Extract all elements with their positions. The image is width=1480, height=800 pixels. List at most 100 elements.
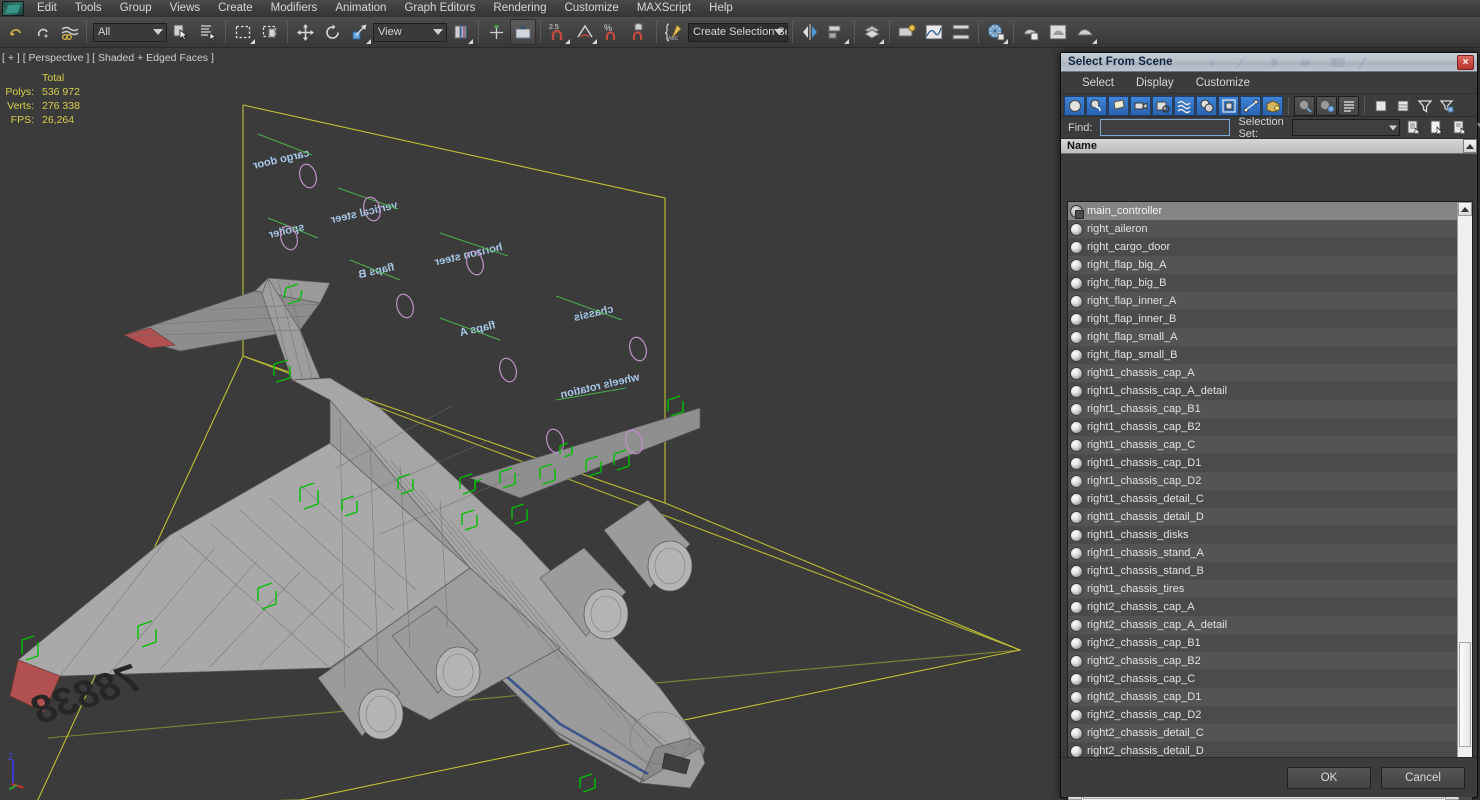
dialog-menu-customize[interactable]: Customize bbox=[1185, 75, 1261, 91]
selection-set-dropdown[interactable] bbox=[1291, 119, 1400, 136]
menu-item-create[interactable]: Create bbox=[209, 0, 262, 17]
render-production-icon[interactable] bbox=[1072, 19, 1098, 45]
display-external-refs-icon[interactable] bbox=[1218, 95, 1239, 116]
list-item[interactable]: right1_chassis_disks bbox=[1068, 526, 1458, 544]
list-item[interactable]: right1_chassis_cap_A_detail bbox=[1068, 382, 1458, 400]
display-lights-icon[interactable] bbox=[1108, 95, 1129, 116]
filter-configure-icon[interactable] bbox=[1436, 96, 1457, 116]
display-bone-objects-icon[interactable] bbox=[1240, 95, 1261, 116]
list-item[interactable]: right1_chassis_stand_A bbox=[1068, 544, 1458, 562]
list-item[interactable]: right1_chassis_cap_C bbox=[1068, 436, 1458, 454]
list-item[interactable]: right2_chassis_cap_A_detail bbox=[1068, 616, 1458, 634]
menu-item-maxscript[interactable]: MAXScript bbox=[628, 0, 700, 17]
graphite-modeling-tools-icon[interactable] bbox=[894, 19, 920, 45]
perspective-viewport[interactable]: 78838 cargo door vertical steer spoiler … bbox=[0, 48, 1060, 800]
viewport-label[interactable]: [ + ] [ Perspective ] [ Shaded + Edged F… bbox=[2, 52, 214, 64]
display-hidden-objects-icon[interactable] bbox=[1316, 95, 1337, 116]
list-item[interactable]: right1_chassis_cap_D1 bbox=[1068, 454, 1458, 472]
list-item[interactable]: right2_chassis_cap_B1 bbox=[1068, 634, 1458, 652]
list-item[interactable]: right_flap_big_A bbox=[1068, 256, 1458, 274]
list-item[interactable]: main_controller bbox=[1068, 202, 1458, 220]
list-item[interactable]: right_flap_big_B bbox=[1068, 274, 1458, 292]
menu-item-customize[interactable]: Customize bbox=[555, 0, 627, 17]
list-item[interactable]: right1_chassis_cap_B2 bbox=[1068, 418, 1458, 436]
schematic-view-icon[interactable] bbox=[948, 19, 974, 45]
list-item[interactable]: right2_chassis_cap_A bbox=[1068, 598, 1458, 616]
display-groups-xrefs-icon[interactable] bbox=[1196, 95, 1217, 116]
scroll-up-button[interactable] bbox=[1458, 202, 1472, 216]
render-setup-icon[interactable] bbox=[1018, 19, 1044, 45]
display-subtree-icon[interactable] bbox=[1392, 96, 1413, 116]
list-vertical-scrollbar[interactable] bbox=[1457, 202, 1472, 787]
list-item[interactable]: right_aileron bbox=[1068, 220, 1458, 238]
display-helpers-icon[interactable] bbox=[1152, 95, 1173, 116]
dialog-menu-display[interactable]: Display bbox=[1125, 75, 1185, 91]
angle-snap-toggle-icon[interactable] bbox=[572, 19, 598, 45]
edit-named-selection-sets-icon[interactable]: ABC bbox=[661, 19, 687, 45]
display-geometry-icon[interactable] bbox=[1064, 95, 1085, 116]
display-cameras-icon[interactable] bbox=[1130, 95, 1151, 116]
list-item[interactable]: right2_chassis_cap_D2 bbox=[1068, 706, 1458, 724]
select-link-icon[interactable] bbox=[56, 19, 82, 45]
application-logo-icon[interactable] bbox=[2, 1, 24, 16]
ok-button[interactable]: OK bbox=[1287, 766, 1371, 789]
list-item[interactable]: right1_chassis_cap_B1 bbox=[1068, 400, 1458, 418]
close-icon[interactable]: × bbox=[1457, 55, 1474, 70]
select-and-manipulate-icon[interactable] bbox=[483, 19, 509, 45]
list-item[interactable]: right1_chassis_stand_B bbox=[1068, 562, 1458, 580]
dialog-title-bar[interactable]: Select From Scene × bbox=[1061, 53, 1477, 72]
menu-item-graph-editors[interactable]: Graph Editors bbox=[395, 0, 484, 17]
undo-icon[interactable] bbox=[2, 19, 28, 45]
cancel-button[interactable]: Cancel bbox=[1381, 766, 1465, 789]
display-containers-icon[interactable] bbox=[1262, 95, 1283, 116]
list-item[interactable]: right2_chassis_cap_B2 bbox=[1068, 652, 1458, 670]
list-item[interactable]: right1_chassis_detail_D bbox=[1068, 508, 1458, 526]
curve-editor-icon[interactable] bbox=[921, 19, 947, 45]
align-icon[interactable] bbox=[824, 19, 850, 45]
find-input[interactable] bbox=[1100, 119, 1231, 136]
rendered-frame-window-icon[interactable] bbox=[1045, 19, 1071, 45]
use-pivot-point-center-icon[interactable] bbox=[448, 19, 474, 45]
list-item[interactable]: right2_chassis_cap_D1 bbox=[1068, 688, 1458, 706]
add-to-selection-set-icon[interactable] bbox=[1450, 118, 1471, 138]
menu-item-rendering[interactable]: Rendering bbox=[484, 0, 555, 17]
material-editor-icon[interactable] bbox=[983, 19, 1009, 45]
menu-item-edit[interactable]: Edit bbox=[28, 0, 66, 17]
menu-item-tools[interactable]: Tools bbox=[66, 0, 111, 17]
list-column-header[interactable]: Name bbox=[1061, 139, 1477, 154]
mirror-icon[interactable] bbox=[797, 19, 823, 45]
scene-object-list[interactable]: main_controller right_aileron right_cargo_… bbox=[1067, 201, 1473, 800]
display-influences-icon[interactable] bbox=[1370, 96, 1391, 116]
display-children-icon[interactable] bbox=[1338, 95, 1359, 116]
filter-icon[interactable] bbox=[1414, 96, 1435, 116]
list-item[interactable]: right_flap_small_A bbox=[1068, 328, 1458, 346]
list-item[interactable]: right1_chassis_cap_D2 bbox=[1068, 472, 1458, 490]
menu-item-group[interactable]: Group bbox=[111, 0, 161, 17]
named-selection-sets-combo[interactable]: Create Selection Se bbox=[688, 22, 788, 42]
spinner-snap-toggle-icon[interactable] bbox=[626, 19, 652, 45]
new-selection-set-icon[interactable] bbox=[1404, 118, 1425, 138]
list-item[interactable]: right_flap_inner_B bbox=[1068, 310, 1458, 328]
list-item[interactable]: right_flap_inner_A bbox=[1068, 292, 1458, 310]
keyboard-shortcut-override-icon[interactable] bbox=[510, 19, 536, 45]
select-and-move-icon[interactable] bbox=[292, 19, 318, 45]
percent-snap-toggle-icon[interactable]: % bbox=[599, 19, 625, 45]
scroll-up-icon[interactable] bbox=[1463, 139, 1477, 153]
select-objects-icon[interactable] bbox=[1427, 118, 1448, 138]
display-shapes-icon[interactable] bbox=[1086, 95, 1107, 116]
list-item[interactable]: right1_chassis_tires bbox=[1068, 580, 1458, 598]
vertical-scroll-thumb[interactable] bbox=[1459, 642, 1471, 747]
list-item[interactable]: right1_chassis_detail_C bbox=[1068, 490, 1458, 508]
menu-item-animation[interactable]: Animation bbox=[326, 0, 395, 17]
dialog-menu-select[interactable]: Select bbox=[1071, 75, 1125, 91]
layer-manager-icon[interactable] bbox=[859, 19, 885, 45]
options-flyout-icon[interactable] bbox=[1473, 118, 1480, 138]
select-and-rotate-icon[interactable] bbox=[319, 19, 345, 45]
list-item[interactable]: right2_chassis_cap_C bbox=[1068, 670, 1458, 688]
menu-item-help[interactable]: Help bbox=[700, 0, 742, 17]
select-by-name-icon[interactable] bbox=[195, 19, 221, 45]
select-object-icon[interactable] bbox=[168, 19, 194, 45]
rectangular-selection-region-icon[interactable] bbox=[230, 19, 256, 45]
menu-item-modifiers[interactable]: Modifiers bbox=[262, 0, 327, 17]
list-item[interactable]: right2_chassis_detail_C bbox=[1068, 724, 1458, 742]
